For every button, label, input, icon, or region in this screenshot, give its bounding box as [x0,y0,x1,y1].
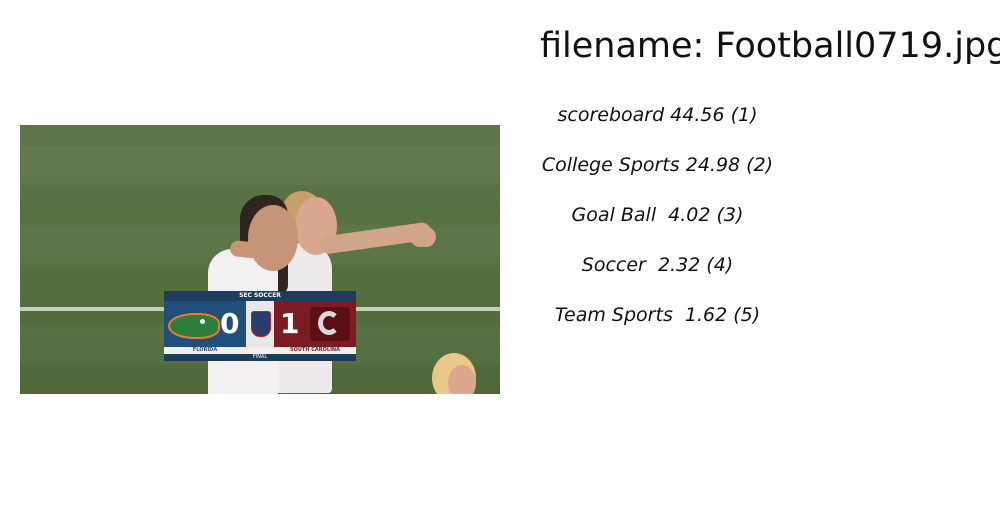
gator-logo-icon [168,313,220,339]
photo: SEC SOCCER 0 1 FLORIDA SOUTH CAROLINA FI… [20,125,500,394]
game-status: FINAL [164,354,356,361]
grass-band [20,145,500,185]
scoreboard-title: SEC SOCCER [164,291,356,301]
player-head [248,205,298,271]
home-team-name: FLORIDA [164,347,246,354]
gator-eye-icon [200,319,205,324]
home-score: 0 [220,307,240,340]
prediction-item: Goal Ball 4.02 (3) [571,204,744,226]
footer-divider [246,347,274,354]
player-head [448,365,476,394]
prediction-item: Soccer 2.32 (4) [581,254,734,276]
player-hand [410,227,436,247]
network-logo-icon [251,311,271,337]
prediction-item: College Sports 24.98 (2) [541,154,774,176]
prediction-item: scoreboard 44.56 (1) [557,104,758,126]
away-score: 1 [280,307,300,340]
prediction-item: Team Sports 1.62 (5) [554,304,761,326]
filename-title: filename: Football0719.jpg [540,26,1000,66]
gamecock-c-icon [318,311,340,335]
away-team-name: SOUTH CAROLINA [274,347,356,354]
prediction-list: scoreboard 44.56 (1) College Sports 24.9… [520,100,795,350]
scoreboard-overlay: SEC SOCCER 0 1 FLORIDA SOUTH CAROLINA FI… [164,291,356,361]
